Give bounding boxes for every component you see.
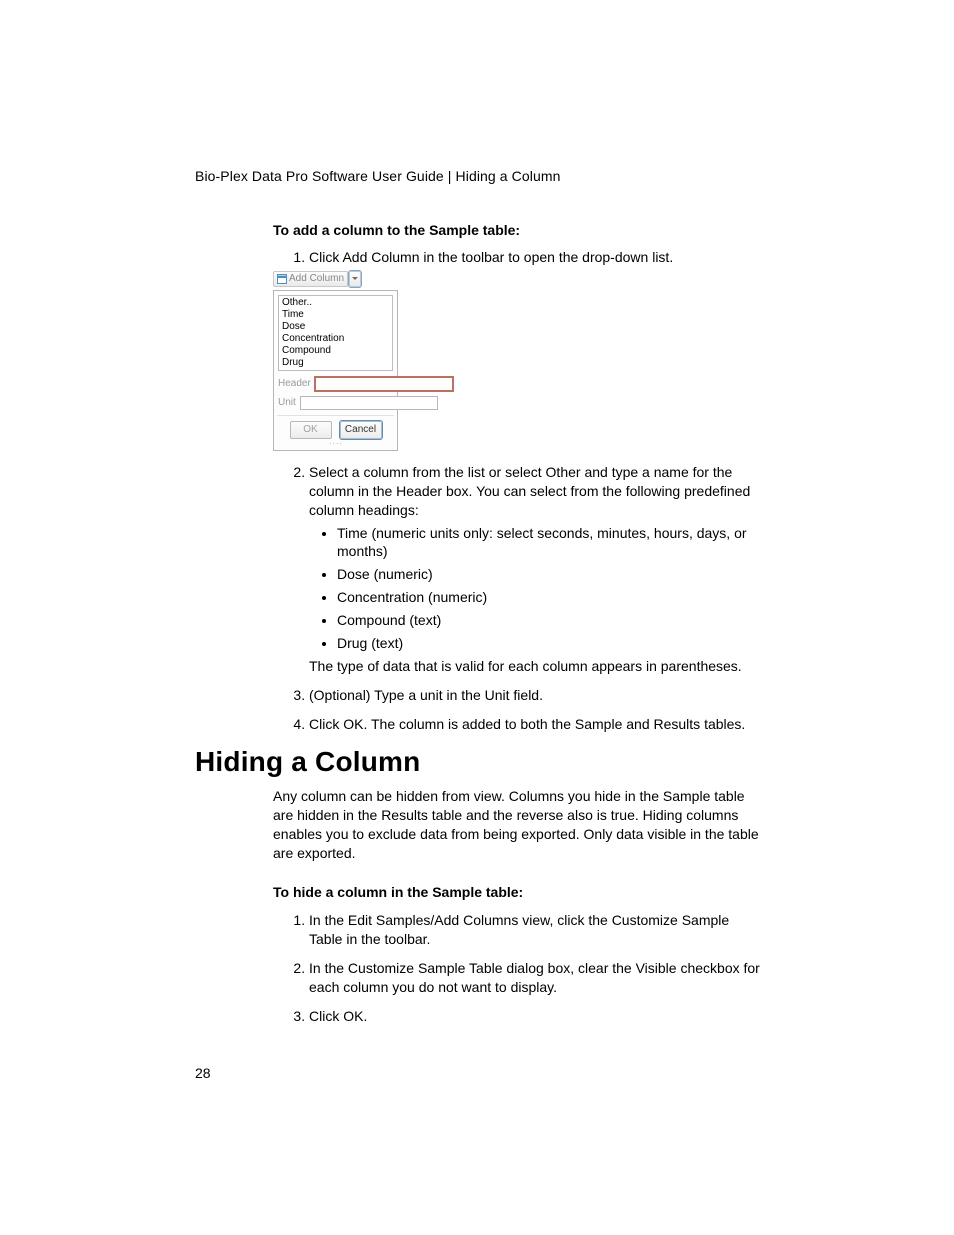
step-4: Click OK. The column is added to both th… <box>309 715 763 734</box>
step-1-text: Click Add Column in the toolbar to open … <box>309 249 673 265</box>
column-options-list[interactable]: Other.. Time Dose Concentration Compound… <box>278 295 393 371</box>
option-dose[interactable]: Dose <box>282 321 389 333</box>
bullet-dose: Dose (numeric) <box>337 565 763 584</box>
section1-steps: Click Add Column in the toolbar to open … <box>273 248 763 267</box>
option-concentration[interactable]: Concentration <box>282 333 389 345</box>
add-column-button-label: Add Column <box>289 273 344 284</box>
add-column-dropdown-figure: Add Column Other.. Time Dose Concentrati… <box>273 271 398 451</box>
add-column-dropdown-toggle[interactable] <box>349 271 361 287</box>
resize-grip-icon: ···· <box>274 441 397 446</box>
section1-steps-cont: Select a column from the list or select … <box>273 463 763 734</box>
add-column-panel: Other.. Time Dose Concentration Compound… <box>273 290 398 451</box>
bullet-drug: Drug (text) <box>337 634 763 653</box>
step-2-trailer: The type of data that is valid for each … <box>309 657 763 676</box>
breadcrumb: Bio-Plex Data Pro Software User Guide | … <box>195 168 561 184</box>
bullet-concentration: Concentration (numeric) <box>337 588 763 607</box>
unit-field[interactable] <box>300 396 438 410</box>
ok-button[interactable]: OK <box>290 421 332 439</box>
step-2-bullets: Time (numeric units only: select seconds… <box>309 524 763 653</box>
page-number: 28 <box>195 1065 211 1081</box>
add-column-button[interactable]: Add Column <box>273 271 348 287</box>
step-3: (Optional) Type a unit in the Unit field… <box>309 686 763 705</box>
hide-step-3: Click OK. <box>309 1007 763 1026</box>
divider <box>277 415 394 416</box>
chevron-down-icon <box>352 277 358 280</box>
bullet-time: Time (numeric units only: select seconds… <box>337 524 763 562</box>
option-time[interactable]: Time <box>282 309 389 321</box>
step-2-intro: Select a column from the list or select … <box>309 464 750 518</box>
hide-step-2: In the Customize Sample Table dialog box… <box>309 959 763 997</box>
bullet-compound: Compound (text) <box>337 611 763 630</box>
section2-steps: In the Edit Samples/Add Columns view, cl… <box>273 911 763 1025</box>
cancel-button[interactable]: Cancel <box>340 421 382 439</box>
table-icon <box>277 274 287 284</box>
section2-subhead: To hide a column in the Sample table: <box>273 883 763 902</box>
option-drug[interactable]: Drug <box>282 357 389 369</box>
step-2: Select a column from the list or select … <box>309 463 763 676</box>
unit-label: Unit <box>278 397 296 408</box>
option-other[interactable]: Other.. <box>282 297 389 309</box>
step-1: Click Add Column in the toolbar to open … <box>309 248 763 267</box>
section1-subhead: To add a column to the Sample table: <box>273 222 763 238</box>
header-field[interactable] <box>315 377 453 391</box>
section2-heading: Hiding a Column <box>195 746 420 778</box>
section2-paragraph: Any column can be hidden from view. Colu… <box>273 787 763 863</box>
hide-step-1: In the Edit Samples/Add Columns view, cl… <box>309 911 763 949</box>
option-compound[interactable]: Compound <box>282 345 389 357</box>
header-label: Header <box>278 378 311 389</box>
